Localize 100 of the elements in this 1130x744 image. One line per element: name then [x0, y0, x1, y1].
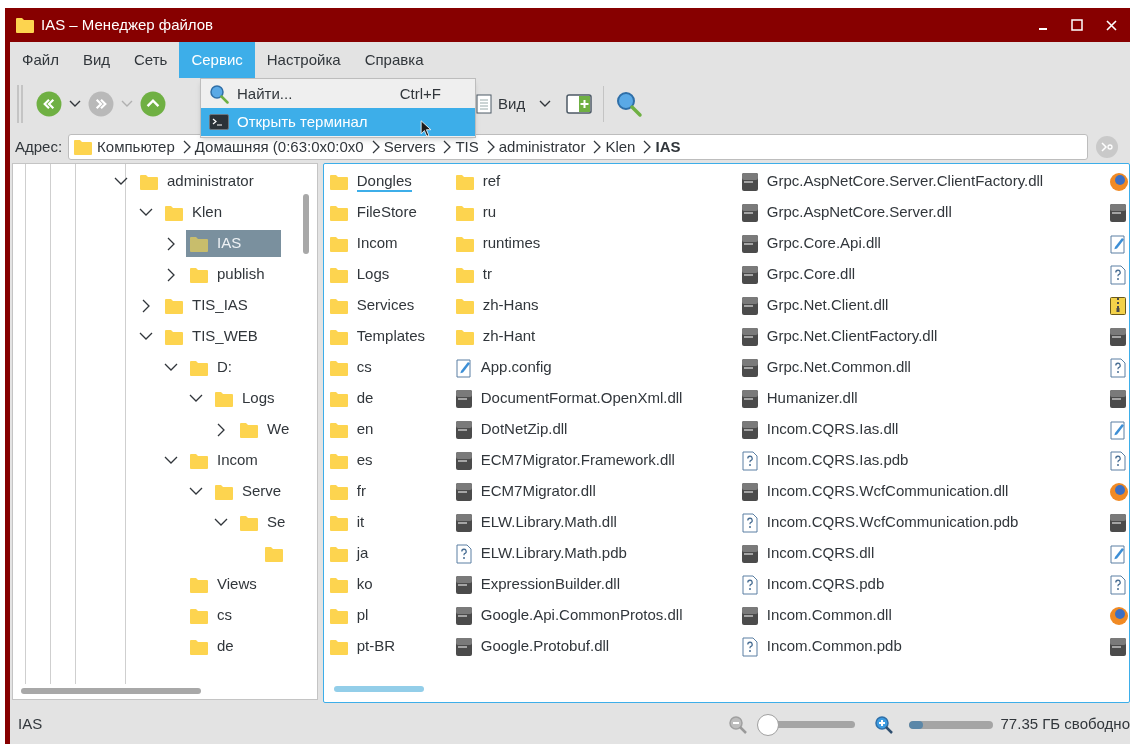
file-item[interactable]: Incom	[328, 228, 398, 259]
tree-item[interactable]: TIS_IAS	[161, 292, 288, 319]
library-file-icon	[740, 481, 759, 502]
horizontal-scrollbar[interactable]	[333, 686, 424, 692]
zoom-slider[interactable]	[756, 713, 855, 736]
file-item[interactable]: Incom.CQRS.dll	[740, 538, 875, 569]
menu-item[interactable]: Сеть	[122, 42, 180, 78]
file-item[interactable]: Grpc.Net.ClientFactory.dll	[740, 321, 938, 352]
breadcrumb[interactable]: Домашняя (0:63:0x0:0x0	[194, 135, 364, 159]
file-item[interactable]: DocumentFormat.OpenXml.dll	[454, 383, 683, 414]
file-item[interactable]: cs	[328, 352, 372, 383]
file-item[interactable]: Incom.CQRS.WcfCommunication.pdb	[740, 507, 1019, 538]
file-item[interactable]: Incom.Common.pdb	[740, 631, 902, 662]
file-item[interactable]: zh-Hant	[454, 321, 536, 352]
file-item[interactable]: ELW.Library.Math.dll	[454, 507, 617, 538]
window-title: IAS – Менеджер файлов	[41, 14, 214, 35]
tree-item[interactable]: Incom	[186, 447, 292, 474]
globe-file-icon	[1108, 605, 1129, 626]
chevron-icon	[443, 140, 452, 154]
back-button[interactable]	[36, 91, 62, 117]
file-item[interactable]: Google.Protobuf.dll	[454, 631, 610, 662]
tree-item[interactable]: Se	[236, 509, 292, 536]
file-item[interactable]: runtimes	[454, 228, 541, 259]
file-item[interactable]: ref	[454, 166, 501, 197]
zoom-out-button[interactable]	[726, 713, 749, 736]
file-item[interactable]: ECM7Migrator.Framework.dll	[454, 445, 675, 476]
file-item[interactable]: FileStore	[328, 197, 417, 228]
tree-item[interactable]: Logs	[211, 385, 292, 412]
file-item[interactable]: ECM7Migrator.dll	[454, 476, 596, 507]
file-item[interactable]: pt-BR	[328, 631, 396, 662]
search-icon	[615, 90, 644, 118]
zoom-in-button[interactable]	[872, 713, 895, 736]
tree-item[interactable]: Serve	[211, 478, 292, 505]
file-item[interactable]: de	[328, 383, 374, 414]
file-item[interactable]: pl	[328, 600, 369, 631]
file-item[interactable]: Templates	[328, 321, 426, 352]
vertical-scrollbar[interactable]	[303, 194, 309, 254]
file-item[interactable]: App.config	[454, 352, 552, 383]
file-item[interactable]: DotNetZip.dll	[454, 414, 568, 445]
folder-icon	[214, 482, 234, 501]
tree-item[interactable]: de	[186, 633, 274, 660]
library-file-icon	[740, 171, 759, 192]
file-item[interactable]: ExpressionBuilder.dll	[454, 569, 620, 600]
breadcrumb[interactable]: administrator	[498, 135, 586, 159]
file-item[interactable]: tr	[454, 259, 492, 290]
search-button[interactable]	[614, 89, 645, 119]
breadcrumb[interactable]: Компьютер	[97, 135, 175, 159]
unknown-file-icon	[454, 543, 473, 564]
folder-icon	[73, 138, 94, 156]
file-item[interactable]: Incom.Common.dll	[740, 600, 892, 631]
file-item[interactable]: Grpc.Core.Api.dll	[740, 228, 881, 259]
file-item[interactable]: Incom.CQRS.WcfCommunication.dll	[740, 476, 1009, 507]
file-item[interactable]: Logs	[328, 259, 390, 290]
file-item[interactable]: Google.Api.CommonProtos.dll	[454, 600, 683, 631]
tree-item[interactable]: Klen	[161, 199, 263, 226]
menu-item[interactable]: Вид	[70, 42, 123, 78]
tree-item[interactable]: cs	[186, 602, 272, 629]
breadcrumb[interactable]: TIS	[455, 135, 479, 159]
file-item[interactable]: Grpc.Net.Client.dll	[740, 290, 889, 321]
horizontal-scrollbar[interactable]	[21, 688, 201, 694]
file-item[interactable]: Grpc.Net.Common.dll	[740, 352, 911, 383]
slider-thumb[interactable]	[756, 713, 779, 736]
file-item[interactable]: it	[328, 507, 365, 538]
file-item[interactable]: ko	[328, 569, 373, 600]
file-item[interactable]: Grpc.AspNetCore.Server.ClientFactory.dll	[740, 166, 1044, 197]
tree-item[interactable]: publish	[186, 261, 292, 288]
address-field[interactable]: Компьютер Домашняя (0:63:0x0:0x0 Servers TIS administrator Klen IAS	[68, 134, 1089, 160]
tree-item[interactable]: Views	[186, 571, 292, 598]
file-item[interactable]: es	[328, 445, 373, 476]
file-item[interactable]: Humanizer.dll	[740, 383, 858, 414]
file-item[interactable]: Incom.CQRS.pdb	[740, 569, 885, 600]
file-item[interactable]: Dongles	[328, 166, 412, 197]
tree-item[interactable]: TIS_WEB	[161, 323, 292, 350]
file-item[interactable]: Incom.CQRS.Ias.pdb	[740, 445, 909, 476]
tree-item[interactable]: D:	[186, 354, 272, 381]
file-item[interactable]: Services	[328, 290, 415, 321]
file-item[interactable]: en	[328, 414, 374, 445]
tree-item[interactable]: We	[236, 416, 292, 443]
menu-option[interactable]: Найти... Ctrl+F	[201, 80, 475, 108]
file-item[interactable]: Grpc.AspNetCore.Server.dll	[740, 197, 952, 228]
breadcrumb[interactable]: Klen	[605, 135, 636, 159]
chevron-down-icon	[121, 100, 133, 108]
menu-item[interactable]: Файл	[10, 42, 71, 78]
up-button[interactable]	[140, 91, 166, 117]
menu-item[interactable]: Настройка	[254, 42, 353, 78]
view-button[interactable]: Вид	[476, 89, 530, 119]
breadcrumb[interactable]: IAS	[655, 135, 681, 159]
library-file-icon	[740, 326, 759, 347]
breadcrumb[interactable]: Servers	[383, 135, 436, 159]
file-item[interactable]: ja	[328, 538, 369, 569]
file-item[interactable]: Grpc.Core.dll	[740, 259, 856, 290]
folder-icon	[189, 606, 209, 625]
file-item[interactable]: Incom.CQRS.Ias.dll	[740, 414, 899, 445]
file-item[interactable]: ELW.Library.Math.pdb	[454, 538, 627, 569]
file-item[interactable]: zh-Hans	[454, 290, 539, 321]
file-item[interactable]: ru	[454, 197, 497, 228]
zoom-out-icon	[727, 714, 748, 735]
tree-item[interactable]: administrator	[136, 168, 292, 195]
menu-item[interactable]: Справка	[352, 42, 436, 78]
file-item[interactable]: fr	[328, 476, 366, 507]
